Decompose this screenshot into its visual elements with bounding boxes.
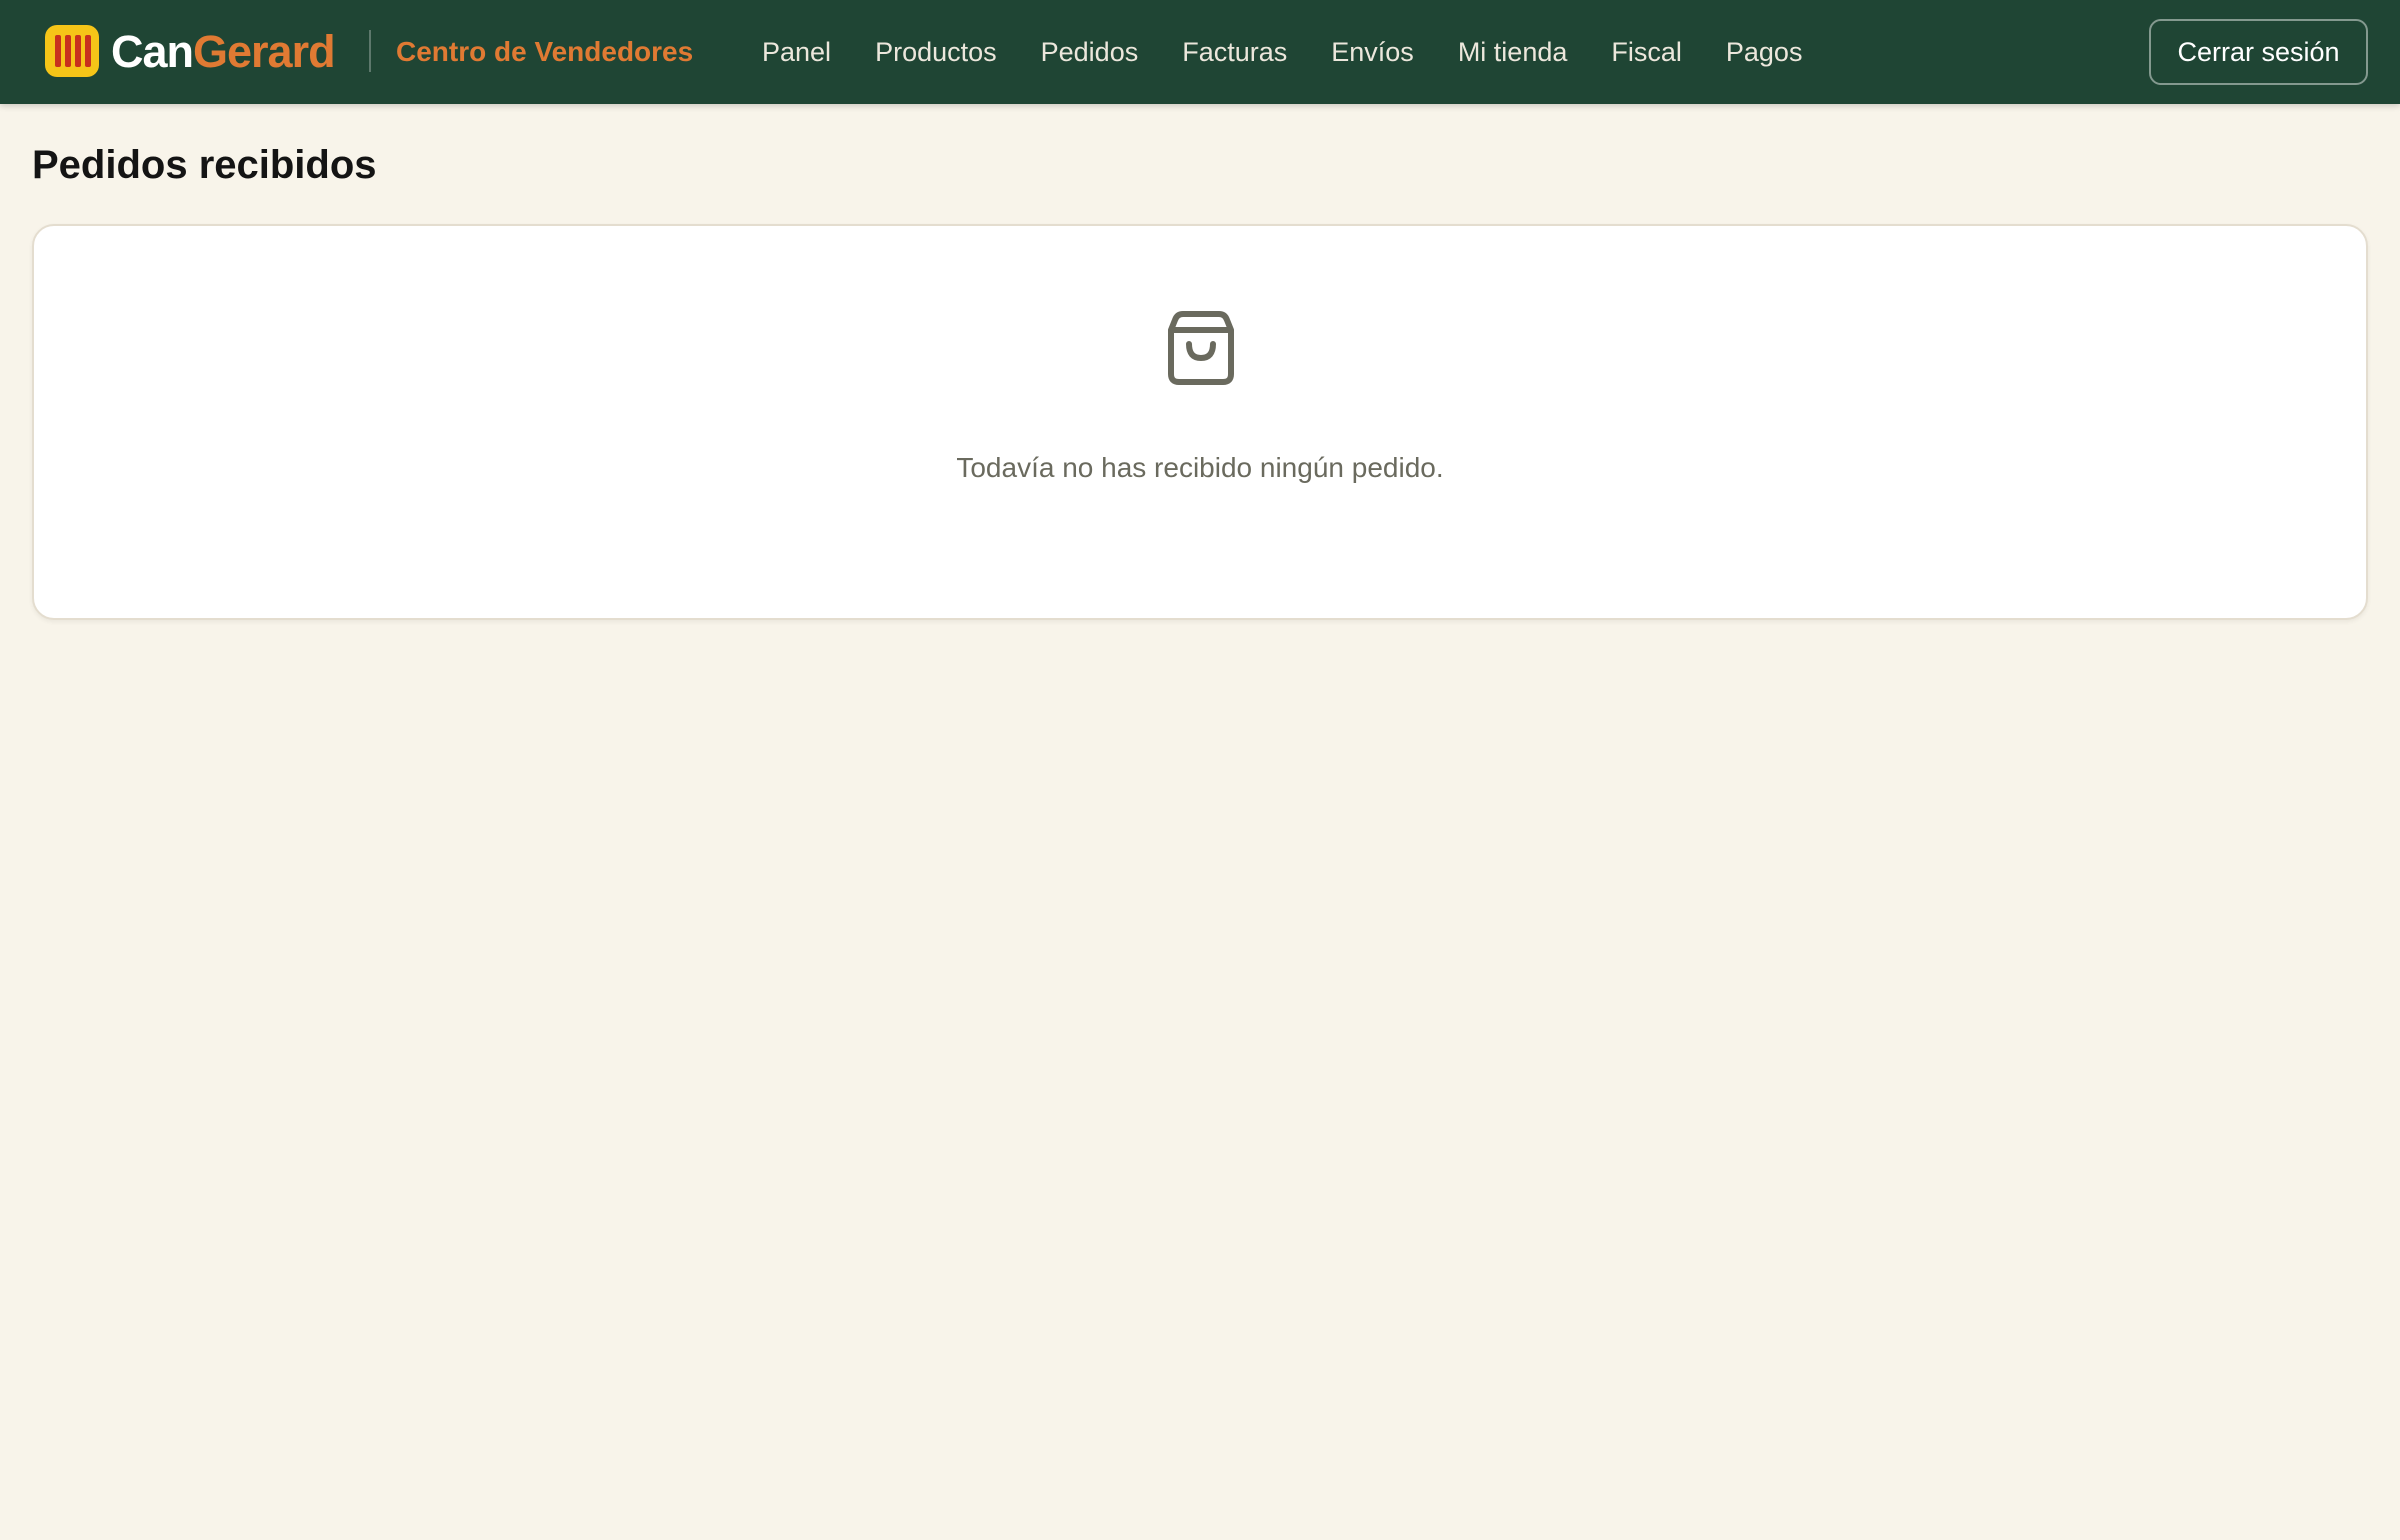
catalan-flag-icon[interactable] <box>45 25 99 77</box>
top-navigation-bar: CanGerard Centro de Vendedores Panel Pro… <box>0 0 2400 104</box>
portal-subtitle: Centro de Vendedores <box>396 36 694 67</box>
nav-item-productos[interactable]: Productos <box>875 34 997 70</box>
logout-button[interactable]: Cerrar sesión <box>2149 19 2368 85</box>
empty-state-message: Todavía no has recibido ningún pedido. <box>956 452 1444 483</box>
nav-item-pagos[interactable]: Pagos <box>1726 34 1803 70</box>
nav-item-facturas[interactable]: Facturas <box>1182 34 1287 70</box>
header-divider <box>369 30 371 72</box>
brand-name-part-1: Can <box>111 26 194 77</box>
nav-item-mi-tienda[interactable]: Mi tienda <box>1458 34 1568 70</box>
page-title: Pedidos recibidos <box>32 143 377 187</box>
nav-item-panel[interactable]: Panel <box>762 34 831 70</box>
nav-item-fiscal[interactable]: Fiscal <box>1611 34 1682 70</box>
nav-item-envios[interactable]: Envíos <box>1331 34 1414 70</box>
shopping-bag-icon <box>1168 311 1234 385</box>
nav-item-pedidos[interactable]: Pedidos <box>1041 34 1139 70</box>
brand-logo-text[interactable]: CanGerard <box>111 24 336 80</box>
orders-empty-state-card: Todavía no has recibido ningún pedido. <box>32 224 2368 620</box>
brand-name-part-2: Gerard <box>193 26 336 77</box>
main-nav: Panel Productos Pedidos Facturas Envíos … <box>762 34 1802 70</box>
